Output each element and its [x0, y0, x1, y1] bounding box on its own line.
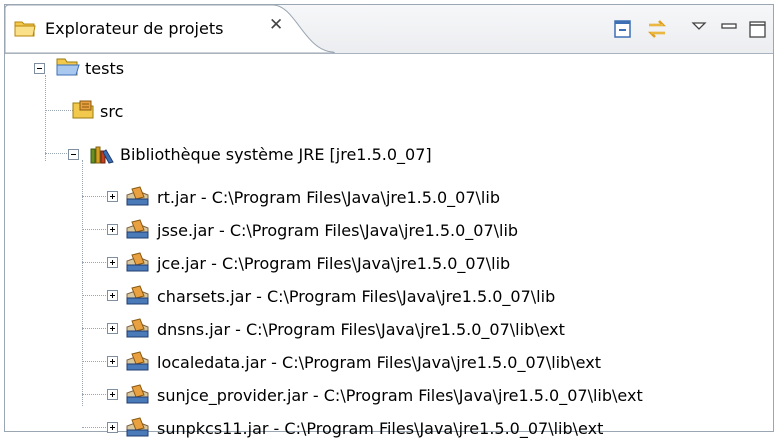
tree-item-label: Bibliothèque système JRE [jre1.5.0_07] — [120, 145, 432, 164]
maximize-icon[interactable] — [745, 17, 769, 41]
expand-toggle[interactable] — [107, 422, 118, 433]
tree-item-jar[interactable]: sunpkcs11.jar - C:\Program Files\Java\jr… — [5, 415, 765, 443]
collapse-toggle[interactable] — [68, 149, 79, 160]
jar-icon — [126, 219, 149, 239]
close-icon[interactable]: ✕ — [269, 15, 283, 35]
project-explorer-view: Explorateur de projets ✕ tests src Bibli… — [4, 4, 774, 438]
expand-toggle[interactable] — [107, 356, 118, 367]
minimize-icon[interactable] — [717, 17, 741, 41]
tree-item-jar[interactable]: jsse.jar - C:\Program Files\Java\jre1.5.… — [5, 217, 765, 245]
source-folder-icon — [72, 100, 94, 119]
tree-item-label: localedata.jar - C:\Program Files\Java\j… — [157, 353, 601, 372]
tree-item-project[interactable]: tests — [5, 55, 205, 83]
tree-item-label: sunpkcs11.jar - C:\Program Files\Java\jr… — [157, 419, 604, 438]
tree-item-label: jsse.jar - C:\Program Files\Java\jre1.5.… — [157, 221, 519, 240]
link-with-editor-icon[interactable] — [645, 17, 669, 41]
expand-toggle[interactable] — [107, 257, 118, 268]
tree-item-label: rt.jar - C:\Program Files\Java\jre1.5.0_… — [157, 188, 500, 207]
library-icon — [90, 146, 114, 164]
tree-item-label: dnsns.jar - C:\Program Files\Java\jre1.5… — [157, 320, 565, 339]
tree-item-jar[interactable]: sunjce_provider.jar - C:\Program Files\J… — [5, 382, 765, 410]
jar-icon — [126, 186, 149, 206]
jar-icon — [126, 318, 149, 338]
jar-icon — [126, 384, 149, 404]
tree-item-label: jce.jar - C:\Program Files\Java\jre1.5.0… — [157, 254, 511, 273]
view-tab-strip: Explorateur de projets ✕ — [5, 5, 773, 54]
project-folder-icon — [56, 58, 80, 76]
jar-icon — [126, 252, 149, 272]
tree-item-label: charsets.jar - C:\Program Files\Java\jre… — [157, 287, 556, 306]
tree-item-label: tests — [85, 59, 125, 78]
jar-icon — [126, 285, 149, 305]
tab-title: Explorateur de projets — [45, 19, 224, 38]
tree-item-label: src — [100, 102, 124, 121]
jar-icon — [126, 417, 149, 437]
tree-item-jar[interactable]: dnsns.jar - C:\Program Files\Java\jre1.5… — [5, 316, 765, 344]
view-menu-icon[interactable] — [687, 17, 711, 41]
jar-icon — [126, 351, 149, 371]
collapse-toggle[interactable] — [34, 63, 45, 74]
tab-project-explorer[interactable]: Explorateur de projets ✕ — [5, 5, 335, 53]
tree-item-jar[interactable]: charsets.jar - C:\Program Files\Java\jre… — [5, 283, 765, 311]
tree-item-label: sunjce_provider.jar - C:\Program Files\J… — [157, 386, 643, 405]
tree-item-jar[interactable]: rt.jar - C:\Program Files\Java\jre1.5.0_… — [5, 184, 765, 212]
tree-item-jar[interactable]: jce.jar - C:\Program Files\Java\jre1.5.0… — [5, 250, 765, 278]
expand-toggle[interactable] — [107, 224, 118, 235]
expand-toggle[interactable] — [107, 290, 118, 301]
tree-item-jre-library[interactable]: Bibliothèque système JRE [jre1.5.0_07] — [5, 141, 505, 169]
collapse-all-icon[interactable] — [611, 17, 635, 41]
tree-item-src[interactable]: src — [5, 98, 205, 126]
expand-toggle[interactable] — [107, 191, 118, 202]
tree-item-jar[interactable]: localedata.jar - C:\Program Files\Java\j… — [5, 349, 765, 377]
expand-toggle[interactable] — [107, 323, 118, 334]
expand-toggle[interactable] — [107, 389, 118, 400]
folder-icon — [14, 21, 36, 37]
